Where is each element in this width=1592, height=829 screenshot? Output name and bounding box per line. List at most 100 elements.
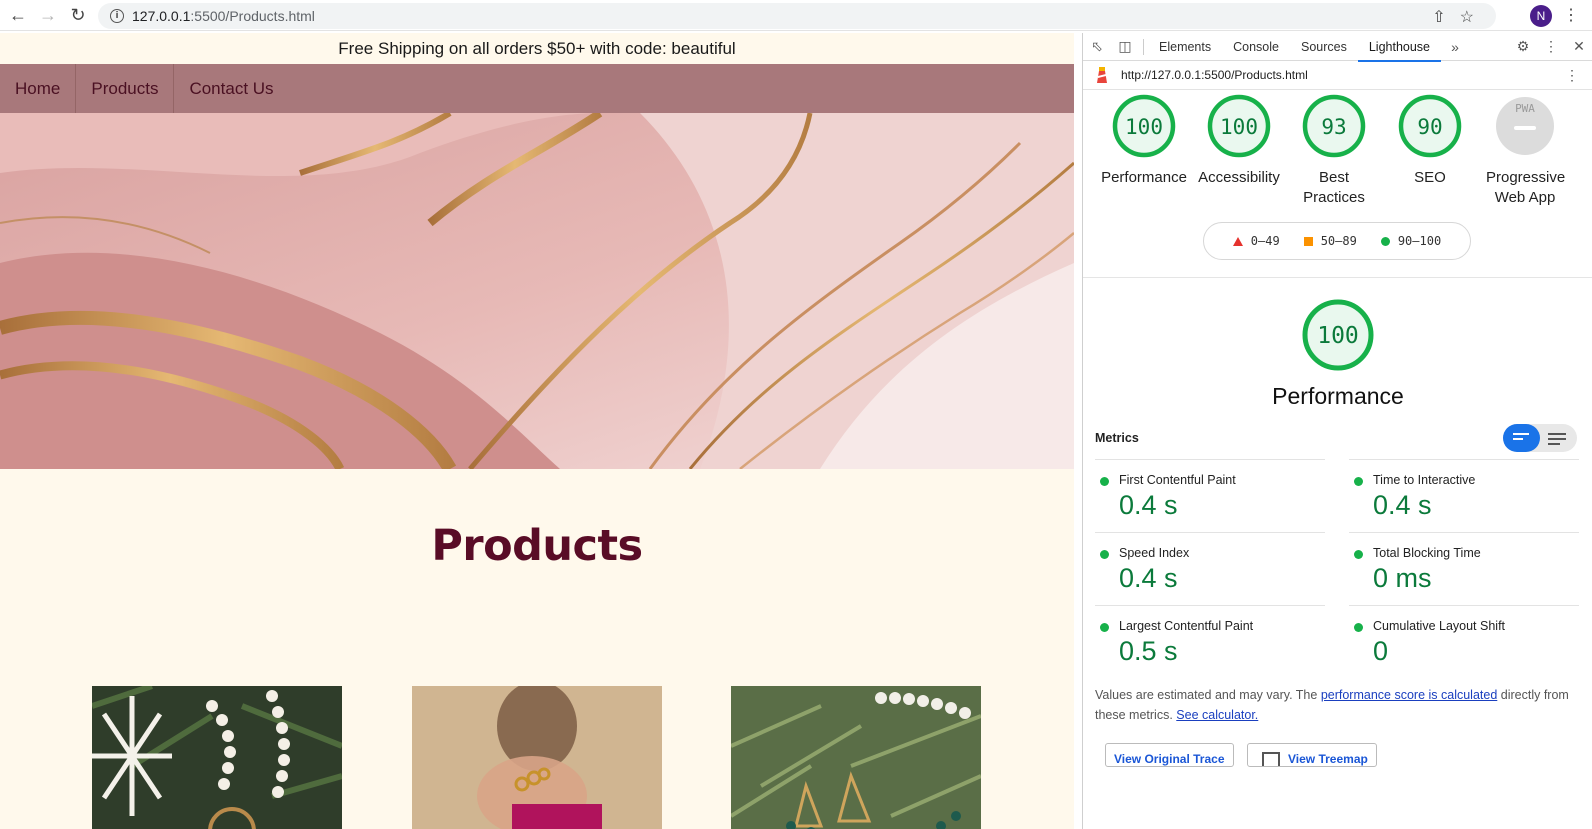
gauge-best-practices[interactable]: 93 Best Practices xyxy=(1289,90,1379,208)
pass-dot-icon xyxy=(1100,550,1109,559)
view-original-trace-button[interactable]: View Original Trace xyxy=(1105,743,1234,767)
reload-icon[interactable]: ↻ xyxy=(66,3,90,27)
score-ring: 100 xyxy=(1112,94,1176,158)
lighthouse-report-bar: http://127.0.0.1:5500/Products.html ⋮ xyxy=(1083,61,1592,90)
expanded-view-icon[interactable] xyxy=(1548,433,1566,448)
metric-name: Total Blocking Time xyxy=(1373,546,1481,560)
gauge-label: Progressive Web App xyxy=(1486,169,1566,206)
gauge-label: Performance xyxy=(1101,169,1187,186)
metrics-view-toggle[interactable] xyxy=(1503,424,1577,452)
hero-marble-image xyxy=(0,113,1074,469)
score-ring: 93 xyxy=(1302,94,1366,158)
product-photo-snowflake xyxy=(92,686,342,829)
pwa-badge-icon: PWA xyxy=(1496,97,1554,155)
gauge-score: 100 xyxy=(1125,115,1163,139)
devtools-panel: ⬁ ◫ Elements Console Sources Lighthouse … xyxy=(1082,33,1592,829)
performance-score-link[interactable]: performance score is calculated xyxy=(1321,688,1497,702)
product-photo-rings xyxy=(412,686,662,829)
inspect-element-icon[interactable]: ⬁ xyxy=(1083,38,1111,55)
tab-separator xyxy=(1143,38,1144,55)
metric-first-contentful-paint: First Contentful Paint 0.4 s xyxy=(1095,459,1325,532)
gauge-accessibility[interactable]: 100 Accessibility xyxy=(1194,90,1284,188)
address-url[interactable]: 127.0.0.1:5500/Products.html xyxy=(132,8,315,24)
legend-pass-label: 90–100 xyxy=(1397,234,1442,248)
site-nav: Home Products Contact Us xyxy=(0,64,1074,113)
metric-value: 0.4 s xyxy=(1119,563,1178,593)
performance-big-score: 100 xyxy=(1317,323,1359,349)
nav-contact-us[interactable]: Contact Us xyxy=(174,64,288,113)
metric-value: 0 xyxy=(1373,636,1389,666)
report-menu-icon[interactable]: ⋮ xyxy=(1565,67,1579,84)
more-tabs-icon[interactable]: » xyxy=(1441,39,1469,55)
legend-fail-label: 0–49 xyxy=(1250,234,1280,248)
gauge-score: 100 xyxy=(1220,115,1258,139)
forward-icon[interactable]: → xyxy=(36,3,60,27)
nav-products[interactable]: Products xyxy=(76,64,175,113)
pass-dot-icon xyxy=(1100,477,1109,486)
settings-gear-icon[interactable]: ⚙ xyxy=(1509,38,1537,55)
tab-console[interactable]: Console xyxy=(1222,33,1290,61)
metric-name: Largest Contentful Paint xyxy=(1119,619,1254,633)
score-ring: 100 xyxy=(1207,94,1271,158)
pass-dot-icon xyxy=(1354,550,1363,559)
close-devtools-icon[interactable]: ✕ xyxy=(1565,38,1592,55)
metric-total-blocking-time: Total Blocking Time 0 ms xyxy=(1349,532,1579,605)
tab-elements[interactable]: Elements xyxy=(1148,33,1222,61)
gauge-progressive-web-app[interactable]: PWA Progressive Web App xyxy=(1480,90,1570,208)
devtools-menu-icon[interactable]: ⋮ xyxy=(1537,38,1565,55)
product-image-1[interactable] xyxy=(92,686,342,829)
legend-fail: 0–49 xyxy=(1232,234,1280,248)
metric-value: 0.4 s xyxy=(1373,490,1432,520)
score-ring: 90 xyxy=(1398,94,1462,158)
gauge-performance[interactable]: 100 Performance xyxy=(1099,90,1189,188)
device-toolbar-icon[interactable]: ◫ xyxy=(1111,38,1139,55)
metric-speed-index: Speed Index 0.4 s xyxy=(1095,532,1325,605)
site-info-icon[interactable]: i xyxy=(110,9,124,23)
address-bar[interactable]: i 127.0.0.1:5500/Products.html ⇧ ☆ xyxy=(98,3,1496,29)
metric-name: Time to Interactive xyxy=(1373,473,1476,487)
bookmark-star-icon[interactable]: ☆ xyxy=(1460,7,1474,27)
web-page: Free Shipping on all orders $50+ with co… xyxy=(0,33,1074,829)
gauge-score: 90 xyxy=(1417,115,1442,139)
profile-avatar[interactable]: N xyxy=(1530,5,1552,27)
metric-name: Cumulative Layout Shift xyxy=(1373,619,1506,633)
performance-summary: 100 Performance xyxy=(1083,297,1592,410)
legend-average-label: 50–89 xyxy=(1320,234,1357,248)
gauge-score: 93 xyxy=(1321,115,1346,139)
page-title: Products xyxy=(431,521,643,571)
devtools-tabbar: ⬁ ◫ Elements Console Sources Lighthouse … xyxy=(1083,33,1592,62)
performance-title: Performance xyxy=(1272,383,1404,409)
metric-cumulative-layout-shift: Cumulative Layout Shift 0 xyxy=(1349,605,1579,678)
promo-banner: Free Shipping on all orders $50+ with co… xyxy=(338,39,736,58)
legend-average: 50–89 xyxy=(1303,234,1357,248)
legend-pass: 90–100 xyxy=(1380,234,1442,248)
metric-name: First Contentful Paint xyxy=(1119,473,1236,487)
browser-menu-icon[interactable]: ⋮ xyxy=(1563,5,1579,25)
metric-value: 0 ms xyxy=(1373,563,1432,593)
metric-value: 0.5 s xyxy=(1119,636,1178,666)
see-calculator-link[interactable]: See calculator. xyxy=(1176,708,1258,722)
share-icon[interactable]: ⇧ xyxy=(1432,7,1445,27)
metrics-heading: Metrics xyxy=(1095,431,1139,445)
url-path: :5500/Products.html xyxy=(190,8,315,24)
performance-big-gauge: 100 xyxy=(1302,299,1374,371)
tab-sources[interactable]: Sources xyxy=(1290,33,1358,61)
gauge-label: Accessibility xyxy=(1198,169,1280,186)
gauge-score: PWA xyxy=(1515,102,1535,115)
view-treemap-button[interactable]: View Treemap xyxy=(1247,743,1377,767)
tab-lighthouse[interactable]: Lighthouse xyxy=(1357,33,1442,62)
pass-dot-icon xyxy=(1354,477,1363,486)
lighthouse-logo-icon xyxy=(1097,67,1107,83)
report-url: http://127.0.0.1:5500/Products.html xyxy=(1121,68,1308,82)
compact-view-icon xyxy=(1513,433,1529,443)
average-square-icon xyxy=(1303,236,1313,246)
url-host: 127.0.0.1 xyxy=(132,8,191,24)
metric-largest-contentful-paint: Largest Contentful Paint 0.5 s xyxy=(1095,605,1325,678)
nav-home[interactable]: Home xyxy=(0,64,77,113)
gauge-seo[interactable]: 90 SEO xyxy=(1385,90,1475,188)
product-image-3[interactable] xyxy=(731,686,981,829)
back-icon[interactable]: ← xyxy=(6,3,30,27)
gauge-label: Best Practices xyxy=(1303,169,1365,206)
product-image-2[interactable] xyxy=(412,686,662,829)
metric-value: 0.4 s xyxy=(1119,490,1178,520)
